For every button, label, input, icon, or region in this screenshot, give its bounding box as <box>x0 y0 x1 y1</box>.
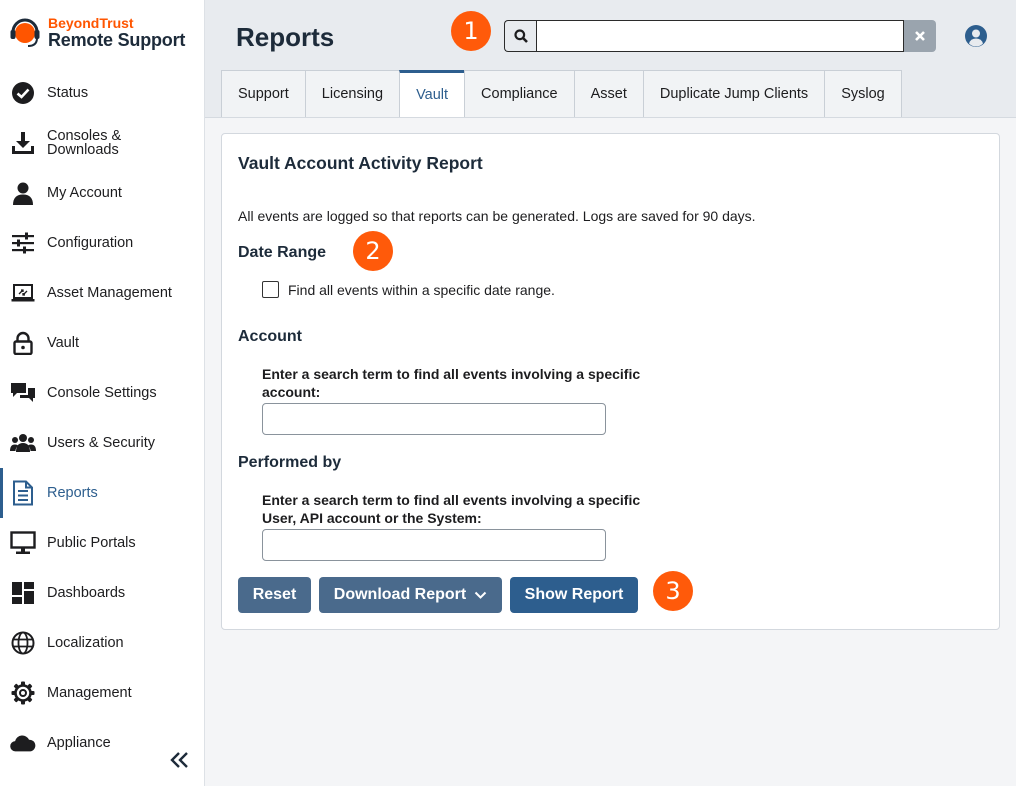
clear-search-button[interactable] <box>904 20 936 52</box>
tab-licensing[interactable]: Licensing <box>304 70 400 118</box>
sidebar-item-label: Dashboards <box>47 584 126 601</box>
tab-vault[interactable]: Vault <box>399 70 465 118</box>
sidebar-item-label: My Account <box>47 184 122 201</box>
report-icon <box>10 480 36 506</box>
sidebar-item-label: Users & Security <box>47 434 155 451</box>
sidebar-item-label: Reports <box>47 484 98 501</box>
sidebar-item-label: Configuration <box>47 234 134 251</box>
callout-badge-2: 2 <box>353 231 393 271</box>
tab-asset[interactable]: Asset <box>573 70 643 118</box>
search-input[interactable] <box>536 20 904 52</box>
show-report-button[interactable]: Show Report <box>510 577 638 613</box>
account-heading: Account <box>238 328 302 345</box>
date-range-heading: Date Range <box>238 244 327 261</box>
report-tabs: Support Licensing Vault Compliance Asset… <box>221 70 902 118</box>
chat-icon <box>10 380 36 406</box>
page-title: Reports <box>236 22 335 52</box>
search-icon <box>513 29 528 43</box>
sidebar-item-label: Public Portals <box>47 534 136 551</box>
lock-icon <box>10 330 36 356</box>
callout-badge-3: 3 <box>653 571 693 611</box>
sidebar-item-vault[interactable]: Vault <box>0 318 205 368</box>
report-card: Vault Account Activity Report All events… <box>221 133 1000 630</box>
sidebar-item-label: Status <box>47 84 89 101</box>
sidebar-item-dashboards[interactable]: Dashboards <box>0 568 205 618</box>
sidebar-item-console-settings[interactable]: Console Settings <box>0 368 205 418</box>
performed-by-heading: Performed by <box>238 454 342 471</box>
person-icon <box>10 180 36 206</box>
reset-button[interactable]: Reset <box>238 577 311 613</box>
sidebar-item-configuration[interactable]: Configuration <box>0 218 205 268</box>
chevron-down-icon <box>475 591 487 599</box>
content-area: Vault Account Activity Report All events… <box>205 117 1016 786</box>
close-icon <box>915 31 925 41</box>
search-bar <box>504 20 936 52</box>
tab-duplicate-jump-clients[interactable]: Duplicate Jump Clients <box>642 70 825 118</box>
report-description: All events are logged so that reports ca… <box>238 208 756 224</box>
tab-support[interactable]: Support <box>221 70 305 118</box>
monitor-icon <box>10 530 36 556</box>
headset-logo-icon <box>8 15 42 49</box>
user-menu-button[interactable] <box>964 24 988 48</box>
date-range-checkbox-row[interactable]: Find all events within a specific date r… <box>262 281 555 298</box>
account-search-input[interactable] <box>262 403 606 435</box>
sidebar-nav: Status Consoles & Downloads My Account C… <box>0 68 205 768</box>
sidebar-item-users-security[interactable]: Users & Security <box>0 418 205 468</box>
performed-by-search-input[interactable] <box>262 529 606 561</box>
tab-compliance[interactable]: Compliance <box>464 70 574 118</box>
sidebar-item-my-account[interactable]: My Account <box>0 168 205 218</box>
sidebar-item-label: Localization <box>47 634 124 651</box>
download-report-label: Download Report <box>333 586 467 603</box>
search-button[interactable] <box>504 20 536 52</box>
report-title: Vault Account Activity Report <box>238 153 483 173</box>
date-range-checkbox-label: Find all events within a specific date r… <box>288 281 555 298</box>
cloud-icon <box>10 730 36 756</box>
date-range-checkbox[interactable] <box>262 281 279 298</box>
sidebar-item-label: Asset Management <box>47 284 172 301</box>
user-circle-icon <box>965 25 987 47</box>
brand: BeyondTrust Remote Support <box>8 14 185 54</box>
brand-company: BeyondTrust <box>48 15 134 31</box>
users-icon <box>10 430 36 456</box>
sliders-icon <box>10 230 36 256</box>
globe-icon <box>10 630 36 656</box>
sidebar-item-management[interactable]: Management <box>0 668 205 718</box>
download-report-button[interactable]: Download Report <box>319 577 502 613</box>
sidebar-item-public-portals[interactable]: Public Portals <box>0 518 205 568</box>
performed-by-field-label: Enter a search term to find all events i… <box>262 492 641 526</box>
sidebar-item-label: Vault <box>47 334 79 351</box>
callout-badge-1: 1 <box>451 11 491 51</box>
check-circle-icon <box>10 80 36 106</box>
dashboard-icon <box>10 580 36 606</box>
sidebar-item-label: Consoles & Downloads <box>47 127 122 158</box>
sidebar-item-reports[interactable]: Reports <box>0 468 205 518</box>
sidebar-item-asset-management[interactable]: Asset Management <box>0 268 205 318</box>
brand-product: Remote Support <box>48 30 186 50</box>
sidebar: BeyondTrust Remote Support Status Consol… <box>0 0 205 786</box>
account-field-label: Enter a search term to find all events i… <box>262 366 641 400</box>
sidebar-item-localization[interactable]: Localization <box>0 618 205 668</box>
sidebar-item-consoles-downloads[interactable]: Consoles & Downloads <box>0 118 205 168</box>
double-chevron-left-icon <box>170 752 188 768</box>
sidebar-item-label: Appliance <box>47 734 111 751</box>
tab-syslog[interactable]: Syslog <box>824 70 902 118</box>
sidebar-item-status[interactable]: Status <box>0 68 205 118</box>
download-icon <box>10 130 36 156</box>
collapse-sidebar-button[interactable] <box>170 750 190 770</box>
sidebar-item-label: Management <box>47 684 132 701</box>
gear-icon <box>10 680 36 706</box>
laptop-icon <box>10 280 36 306</box>
sidebar-item-label: Console Settings <box>47 384 157 401</box>
